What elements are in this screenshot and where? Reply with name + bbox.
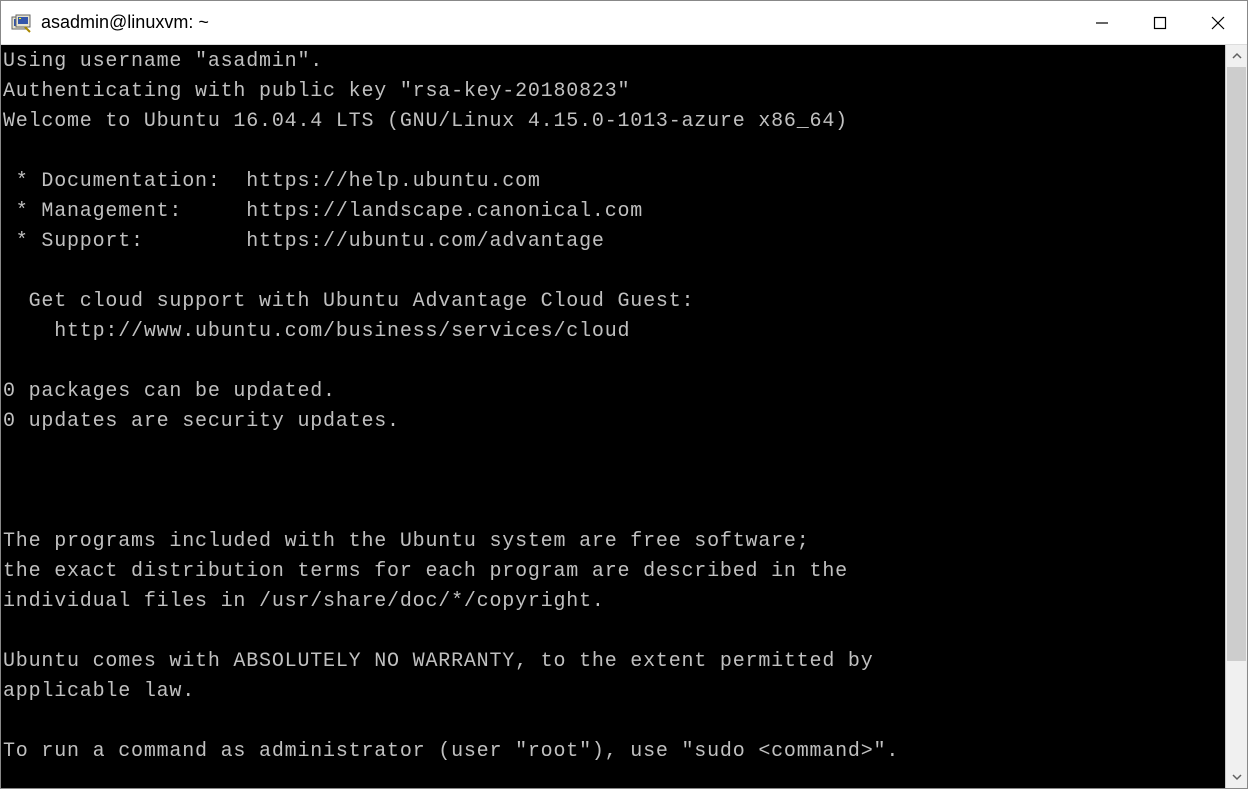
window-title: asadmin@linuxvm: ~ (41, 12, 1073, 33)
maximize-button[interactable] (1131, 1, 1189, 44)
scrollbar-up-arrow[interactable] (1226, 45, 1247, 67)
window-controls (1073, 1, 1247, 44)
close-button[interactable] (1189, 1, 1247, 44)
putty-icon (11, 13, 31, 33)
scrollbar-down-arrow[interactable] (1226, 766, 1247, 788)
terminal-container: Using username "asadmin". Authenticating… (1, 45, 1247, 788)
terminal-output[interactable]: Using username "asadmin". Authenticating… (1, 45, 1225, 788)
scrollbar-track[interactable] (1226, 67, 1247, 766)
minimize-button[interactable] (1073, 1, 1131, 44)
putty-window: asadmin@linuxvm: ~ Using username "asadm (0, 0, 1248, 789)
title-bar[interactable]: asadmin@linuxvm: ~ (1, 1, 1247, 45)
close-icon (1211, 16, 1225, 30)
scrollbar-thumb[interactable] (1227, 67, 1246, 661)
chevron-up-icon (1232, 51, 1242, 61)
maximize-icon (1153, 16, 1167, 30)
chevron-down-icon (1232, 772, 1242, 782)
vertical-scrollbar[interactable] (1225, 45, 1247, 788)
minimize-icon (1095, 16, 1109, 30)
